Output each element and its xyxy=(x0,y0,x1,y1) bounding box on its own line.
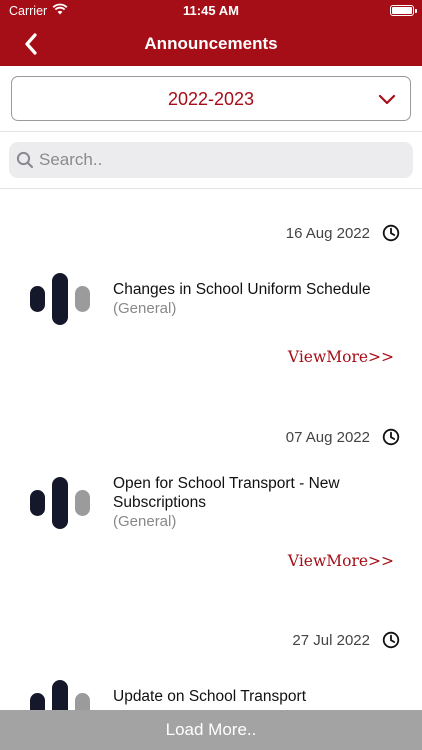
announcement-date: 27 Jul 2022 xyxy=(292,632,370,649)
announcement-title: Update on School Transport xyxy=(113,688,307,705)
search-icon xyxy=(16,151,34,169)
view-more-link[interactable]: ViewMore>> xyxy=(288,348,394,366)
announcement-category: (General) xyxy=(113,513,177,530)
announcement-date: 16 Aug 2022 xyxy=(285,225,370,242)
view-more-link[interactable]: ViewMore>> xyxy=(288,552,394,570)
announcement-title: Open for School Transport - New Subscrip… xyxy=(113,475,340,511)
announcement-category: (General) xyxy=(113,300,177,317)
academic-year-value: 2022-2023 xyxy=(167,89,255,109)
status-bar: Carrier 11:45 AM xyxy=(0,0,422,22)
announcement-date: 07 Aug 2022 xyxy=(285,429,370,446)
clock-icon xyxy=(382,631,400,649)
app-header: Carrier 11:45 AM Announcements xyxy=(0,0,422,66)
announcement-logo-icon xyxy=(30,273,90,325)
load-more-button[interactable]: Load More.. xyxy=(0,710,422,750)
status-time: 11:45 AM xyxy=(183,3,239,18)
battery-icon xyxy=(390,5,417,16)
announcement-title: Changes in School Uniform Schedule xyxy=(113,281,371,298)
divider xyxy=(0,188,422,189)
clock-icon xyxy=(382,224,400,242)
chevron-down-icon xyxy=(378,94,396,105)
announcement-logo-icon xyxy=(30,477,90,529)
clock-icon xyxy=(382,428,400,446)
academic-year-dropdown[interactable]: 2022-2023 xyxy=(11,76,411,121)
nav-bar: Announcements xyxy=(0,22,422,66)
page-title: Announcements xyxy=(144,34,278,53)
divider xyxy=(0,131,422,132)
search-input[interactable] xyxy=(39,142,399,178)
search-bar[interactable] xyxy=(9,142,413,178)
